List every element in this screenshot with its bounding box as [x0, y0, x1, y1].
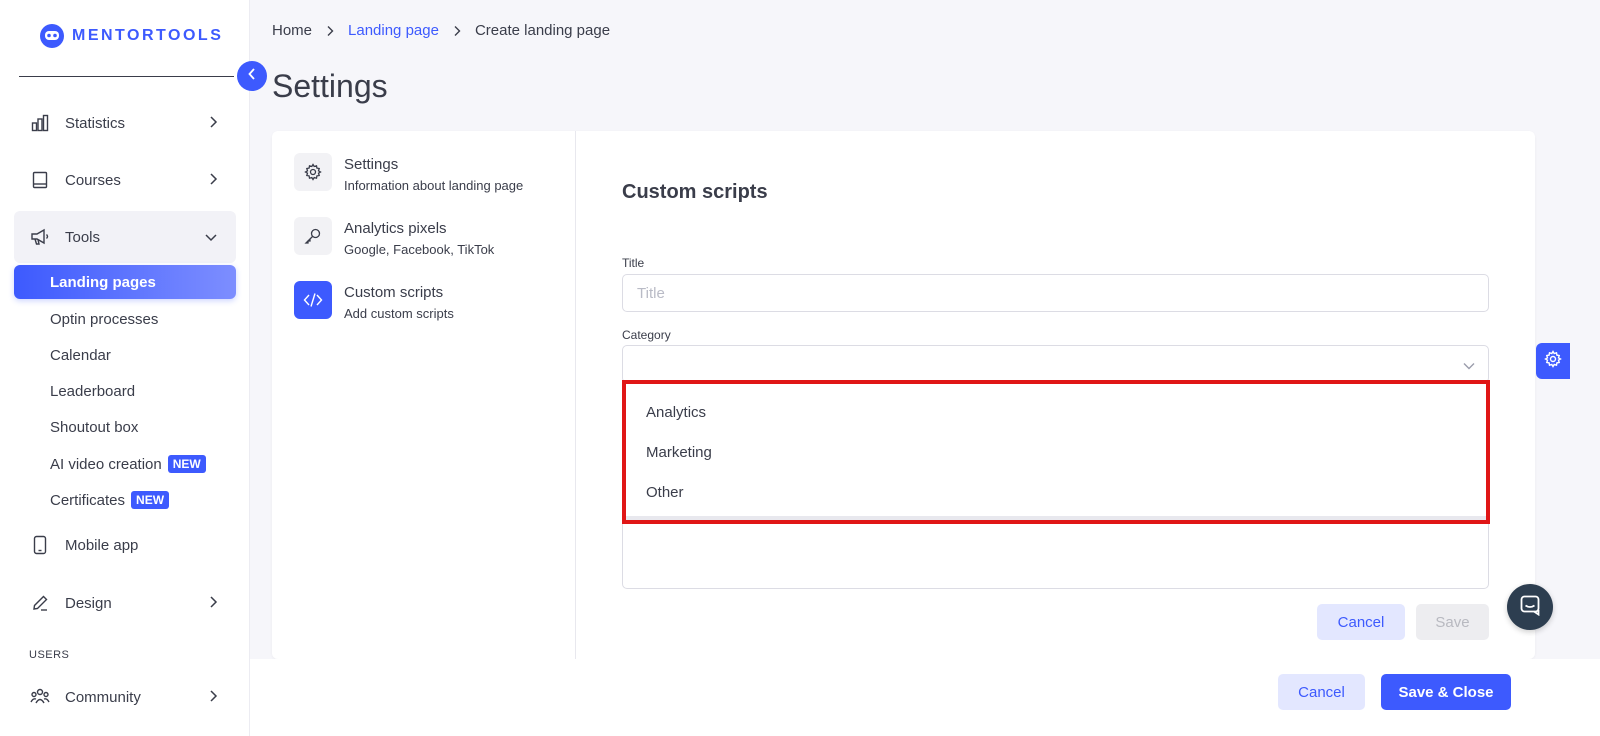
title-input[interactable] [622, 274, 1489, 312]
chevron-right-icon [453, 25, 461, 37]
chevron-down-icon [204, 229, 218, 246]
title-label: Title [622, 256, 645, 270]
sidebar-item-label: Mobile app [65, 536, 139, 554]
book-icon [30, 170, 50, 190]
sidebar-item-tools[interactable]: Tools [14, 211, 236, 263]
chevron-down-icon [1462, 358, 1476, 376]
save-close-button[interactable]: Save & Close [1381, 674, 1511, 710]
megaphone-icon [30, 227, 50, 247]
sub-item-label: AI video creation [50, 455, 162, 473]
sub-item-label: Landing pages [50, 273, 156, 291]
people-icon [30, 687, 50, 707]
sub-item-label: Leaderboard [50, 382, 136, 400]
form-cancel-button[interactable]: Cancel [1317, 604, 1405, 640]
bar-chart-icon [30, 113, 50, 133]
floating-settings-button[interactable] [1536, 343, 1570, 379]
sidebar-sub-shoutout-box[interactable]: Shoutout box [14, 410, 236, 444]
sub-item-label: Shoutout box [50, 418, 139, 436]
sidebar-sub-certificates[interactable]: Certificates NEW [14, 483, 236, 517]
new-badge: NEW [131, 491, 170, 509]
sidebar-item-statistics[interactable]: Statistics [14, 97, 236, 149]
breadcrumb-home[interactable]: Home [272, 22, 312, 39]
category-dropdown: Analytics Marketing Other [622, 380, 1490, 524]
chevron-left-icon [247, 67, 257, 86]
sidebar-item-label: Courses [65, 171, 121, 189]
page-title: Settings [272, 68, 388, 104]
gear-icon [1544, 349, 1562, 373]
script-textarea[interactable] [622, 519, 1489, 589]
sidebar-item-label: Community [65, 688, 141, 706]
chat-icon [1519, 594, 1541, 621]
footer-cancel-button[interactable]: Cancel [1278, 674, 1365, 710]
tab-subtitle: Google, Facebook, TikTok [344, 242, 495, 257]
breadcrumb: Home Landing page Create landing page [272, 22, 610, 39]
tab-title: Analytics pixels [344, 220, 447, 237]
mobile-icon [30, 535, 50, 555]
tab-subtitle: Information about landing page [344, 178, 524, 193]
key-icon [294, 217, 332, 255]
sidebar-sub-ai-video-creation[interactable]: AI video creation NEW [14, 447, 236, 481]
sidebar-item-mobile-app[interactable]: Mobile app [14, 519, 236, 571]
sidebar-item-label: Design [65, 594, 112, 612]
form-title: Custom scripts [622, 181, 768, 203]
card-divider [575, 131, 576, 659]
breadcrumb-landing-page[interactable]: Landing page [348, 22, 439, 39]
tab-custom-scripts[interactable]: Custom scripts Add custom scripts [294, 281, 454, 321]
brand-logo[interactable]: MENTORTOOLS [38, 22, 223, 50]
sidebar-item-courses[interactable]: Courses [14, 154, 236, 206]
chevron-right-icon [208, 689, 218, 707]
sidebar-sub-landing-pages[interactable]: Landing pages [14, 265, 236, 299]
chevron-right-icon [208, 115, 218, 133]
tab-subtitle: Add custom scripts [344, 306, 454, 321]
sidebar-item-community[interactable]: Community [14, 671, 236, 723]
tab-title: Custom scripts [344, 284, 444, 301]
tab-title: Settings [344, 156, 399, 173]
sub-item-label: Optin processes [50, 310, 159, 328]
breadcrumb-current: Create landing page [474, 22, 611, 39]
sidebar: MENTORTOOLS Statistics Courses Tools Lan… [0, 0, 250, 736]
chat-launcher-button[interactable] [1507, 584, 1553, 630]
category-option-other[interactable]: Other [626, 472, 1486, 512]
category-label: Category [622, 328, 671, 342]
gear-icon [294, 153, 332, 191]
category-option-marketing[interactable]: Marketing [626, 432, 1486, 472]
chevron-right-icon [208, 595, 218, 613]
sidebar-sub-leaderboard[interactable]: Leaderboard [14, 374, 236, 408]
sidebar-item-label: Tools [65, 228, 101, 246]
chevron-right-icon [208, 172, 218, 190]
sidebar-item-label: Statistics [65, 114, 126, 132]
sub-item-label: Calendar [50, 346, 111, 364]
tab-analytics-pixels[interactable]: Analytics pixels Google, Facebook, TikTo… [294, 217, 494, 257]
sidebar-item-design[interactable]: Design [14, 577, 236, 629]
pen-icon [30, 593, 50, 613]
section-label-users: USERS [29, 649, 70, 661]
tab-settings[interactable]: Settings Information about landing page [294, 153, 523, 193]
code-icon [294, 281, 332, 319]
brand-name: MENTORTOOLS [72, 27, 224, 44]
new-badge: NEW [167, 455, 206, 473]
chevron-right-icon [326, 25, 334, 37]
footer-bar: Cancel Save & Close [250, 659, 1600, 736]
robot-logo-icon [38, 22, 66, 50]
category-option-analytics[interactable]: Analytics [626, 392, 1486, 432]
sidebar-sub-optin-processes[interactable]: Optin processes [14, 302, 236, 336]
dropdown-bottom-edge [626, 516, 1486, 520]
category-select[interactable] [622, 345, 1489, 383]
sidebar-divider [19, 76, 234, 77]
form-save-button[interactable]: Save [1416, 604, 1489, 640]
collapse-sidebar-button[interactable] [237, 61, 267, 91]
sidebar-sub-calendar[interactable]: Calendar [14, 338, 236, 372]
sub-item-label: Certificates [50, 491, 126, 509]
